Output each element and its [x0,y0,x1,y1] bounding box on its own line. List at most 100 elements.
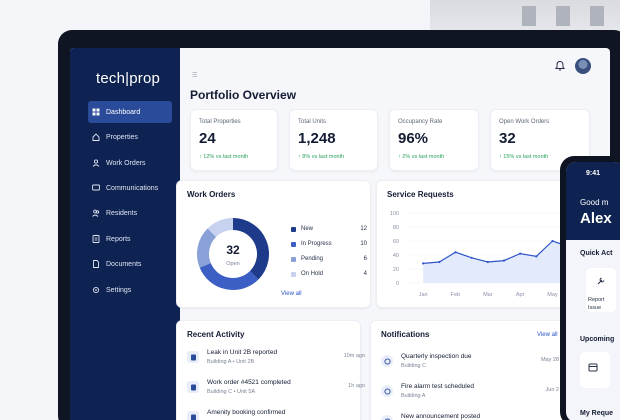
phone-quick-actions-heading: Quick Act [580,250,613,257]
notification-item[interactable]: New announcement posted [381,413,551,420]
work-orders-view-all-link[interactable]: View all [281,291,302,297]
legend-row: Pending 6 [291,256,371,262]
notifications-card: Notifications View all Quarterly inspect… [370,320,570,420]
legend-swatch [291,241,296,247]
legend-row: In Progress 10 [291,241,371,247]
activity-title: Work order #4521 completed [207,379,291,386]
activity-item[interactable]: Amenity booking confirmed [187,409,357,420]
gear-icon [92,286,100,294]
legend-swatch [291,256,296,262]
legend-label: Pending [301,256,324,262]
sidebar-item-label: Documents [106,260,142,268]
kpi-card-total-units[interactable]: Total Units 1,248 ↑ 8% vs last month [289,109,378,171]
kpi-value: 96% [398,130,429,147]
kpi-value: 1,248 [298,130,336,147]
legend-row: New 12 [291,226,371,232]
activity-title: Leak in Unit 2B reported [207,349,278,356]
activity-item[interactable]: Leak in Unit 2B reported Building A • Un… [187,349,365,377]
wrench-icon [187,381,199,393]
notification-date: Jun 2 [545,387,559,393]
notification-title: New announcement posted [401,413,481,420]
bell-icon[interactable] [554,60,566,72]
sidebar-item-label: Residents [106,209,138,217]
recent-activity-card: Recent Activity Leak in Unit 2B reported… [176,320,365,420]
notifications-view-all-link[interactable]: View all [537,332,558,338]
sidebar-item-properties[interactable]: Properties [88,126,172,148]
sidebar-item-settings[interactable]: Settings [88,279,172,301]
phone-upcoming-card[interactable] [580,352,610,388]
y-tick-label: 80 [393,225,399,231]
building-window [556,6,570,26]
work-orders-card: Work Orders 32 Open New 12 In Progress 10 Pe… [176,180,371,308]
data-point [454,251,457,254]
donut-center-label: Open [226,261,239,267]
data-point [422,262,425,265]
phone-user-name: Alex [580,210,612,227]
sidebar-item-label: Dashboard [106,108,141,116]
sidebar-item-communications[interactable]: Communications [88,177,172,199]
fire-icon [381,385,393,397]
phone-status-time: 9:41 [586,170,601,177]
menu-icon[interactable]: ☰ [192,72,197,79]
kpi-delta: ↑ 2% vs last month [398,154,445,160]
residents-icon [92,209,100,217]
sidebar-item-documents[interactable]: Documents [88,253,172,275]
y-tick-label: 100 [390,211,399,217]
y-tick-label: 40 [393,253,399,259]
work-orders-donut: 32 Open [197,218,269,290]
alert-icon [187,351,199,363]
sidebar-item-work-orders[interactable]: Work Orders [88,152,172,174]
sidebar-item-reports[interactable]: Reports [88,228,172,250]
x-tick-label: Jan [419,292,428,298]
x-tick-label: Mar [483,292,493,298]
activity-item[interactable]: Work order #4521 completed Building C • … [187,379,365,407]
notification-item[interactable]: Fire alarm test scheduled Building A Jun… [381,383,559,411]
kpi-label: Open Work Orders [499,119,550,125]
notification-title: Fire alarm test scheduled [401,383,474,390]
activity-subtitle: Building A • Unit 2B [207,359,255,365]
notification-date: May 28 [540,357,559,363]
kpi-delta: ↑ 12% vs last month [199,154,249,160]
sidebar-item-residents[interactable]: Residents [88,202,172,224]
kpi-card-occupancy-rate[interactable]: Occupancy Rate 96% ↑ 2% vs last month [389,109,479,171]
clock-icon [381,355,393,367]
megaphone-icon [381,415,393,420]
legend-label: New [301,226,314,232]
kpi-delta: ↑ 15% vs last month [499,154,549,160]
kpi-card-total-properties[interactable]: Total Properties 24 ↑ 12% vs last month [190,109,278,171]
notification-item[interactable]: Quarterly inspection due Building C May … [381,353,559,381]
notification-subtitle: Building A [401,393,426,399]
calendar-icon [588,363,598,372]
phone-screen: 9:41 Good m Alex Quick Act Report Issue … [566,162,620,420]
card-title: Work Orders [187,190,236,199]
app-logo: tech|prop [96,70,161,87]
kpi-value: 24 [199,130,216,147]
sidebar-item-label: Communications [106,184,159,192]
data-point [535,255,538,258]
y-tick-label: 20 [393,267,399,273]
data-point [438,260,441,264]
notification-subtitle: Building C [401,363,427,369]
activity-subtitle: Building C • Unit 5A [207,389,256,395]
sidebar-item-dashboard[interactable]: Dashboard [88,101,172,123]
building-window [590,6,604,26]
building-window [522,6,536,26]
kpi-value: 32 [499,130,516,147]
home-icon [92,133,100,141]
sidebar-item-label: Properties [106,133,138,141]
calendar-icon [187,411,199,420]
sidebar-item-label: Reports [106,235,131,243]
avatar[interactable] [575,58,591,74]
users-icon [92,159,100,167]
x-tick-label: May [547,292,558,298]
legend-label: On Hold [301,271,324,277]
activity-title: Amenity booking confirmed [207,409,286,416]
legend-label: In Progress [301,241,332,247]
legend-value: 10 [360,241,367,247]
card-title: Notifications [381,330,430,339]
kpi-label: Total Properties [199,119,241,125]
data-point [502,259,506,262]
phone-my-requests-heading: My Reque [580,410,614,417]
legend-value: 12 [360,226,367,232]
legend-value: 6 [363,256,367,262]
